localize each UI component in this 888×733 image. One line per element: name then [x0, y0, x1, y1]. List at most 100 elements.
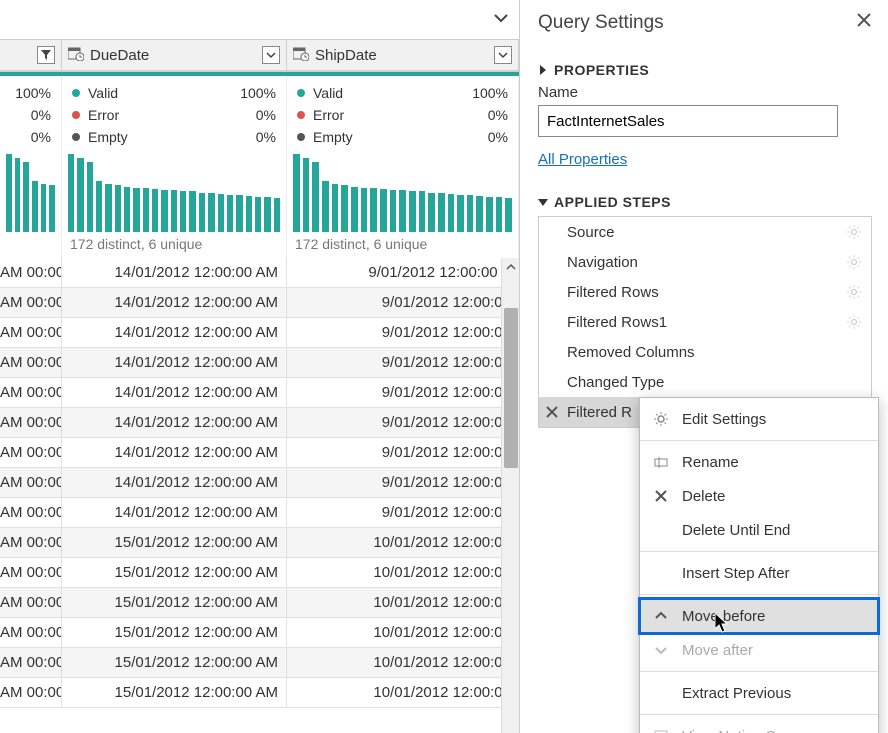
distribution-bar [96, 181, 102, 232]
cell: 9/01/2012 12:00:00 [287, 288, 519, 317]
empty-label: Empty [313, 126, 353, 148]
column-header-0[interactable] [0, 40, 62, 70]
table-row[interactable]: 00:00 AM14/01/2012 12:00:00 AM9/01/2012 … [0, 318, 519, 348]
table-row[interactable]: 00:00 AM15/01/2012 12:00:00 AM10/01/2012… [0, 558, 519, 588]
table-row[interactable]: 00:00 AM14/01/2012 12:00:00 AM9/01/2012 … [0, 438, 519, 468]
distribution-bar [115, 185, 121, 232]
error-pct: 0% [256, 104, 276, 126]
distribution-bar [124, 187, 130, 232]
distribution-bar [448, 194, 455, 232]
distribution-bar [390, 190, 397, 232]
applied-step[interactable]: Changed Type [539, 367, 871, 397]
table-row[interactable]: 00:00 AM15/01/2012 12:00:00 AM10/01/2012… [0, 588, 519, 618]
query-name-input[interactable] [538, 105, 838, 137]
ctx-label: Insert Step After [682, 565, 790, 582]
vertical-scrollbar[interactable] [501, 258, 519, 733]
expand-chevron-icon[interactable] [493, 10, 509, 29]
empty-pct: 0% [31, 126, 51, 148]
table-row[interactable]: 00:00 AM15/01/2012 12:00:00 AM10/01/2012… [0, 618, 519, 648]
distribution-bar [312, 162, 319, 232]
dropdown-icon[interactable] [262, 46, 280, 64]
cell: 9/01/2012 12:00:00 [287, 408, 519, 437]
error-pct: 0% [31, 104, 51, 126]
applied-step[interactable]: Filtered Rows [539, 277, 871, 307]
filter-icon[interactable] [37, 46, 55, 64]
properties-header[interactable]: PROPERTIES [538, 62, 872, 78]
distribution-bar [264, 197, 270, 232]
ctx-label: Rename [682, 454, 739, 471]
cell: 14/01/2012 12:00:00 AM [62, 438, 287, 467]
quality-cell-2: Valid100% Error0% Empty0% [287, 76, 519, 152]
close-icon[interactable] [856, 12, 872, 34]
ctx-rename[interactable]: Rename [640, 445, 878, 479]
applied-step[interactable]: Filtered Rows1 [539, 307, 871, 337]
cell: 00:00 AM [0, 468, 62, 497]
applied-step[interactable]: Removed Columns [539, 337, 871, 367]
cell: 10/01/2012 12:00:00 [287, 618, 519, 647]
cell: 15/01/2012 12:00:00 AM [62, 618, 287, 647]
valid-pct: 100% [15, 82, 51, 104]
ctx-insert-step-after[interactable]: Insert Step After [640, 556, 878, 590]
cell: 14/01/2012 12:00:00 AM [62, 498, 287, 527]
distribution-bar [218, 194, 224, 232]
distribution-bar [419, 191, 426, 232]
valid-dot-icon [297, 89, 305, 97]
scrollbar-thumb[interactable] [504, 308, 518, 468]
empty-pct: 0% [488, 126, 508, 148]
cell: 10/01/2012 12:00:00 [287, 678, 519, 707]
query-settings-panel: Query Settings PROPERTIES Name All Prope… [520, 0, 888, 733]
table-row[interactable]: 00:00 AM14/01/2012 12:00:00 AM9/01/2012 … [0, 378, 519, 408]
dropdown-icon[interactable] [494, 46, 512, 64]
table-row[interactable]: 00:00 AM15/01/2012 12:00:00 AM10/01/2012… [0, 648, 519, 678]
table-row[interactable]: 00:00 AM14/01/2012 12:00:00 AM9/01/2012 … [0, 348, 519, 378]
cell: 00:00 AM [0, 648, 62, 677]
distribution-bar [274, 198, 280, 232]
table-row[interactable]: 00:00 AM14/01/2012 12:00:00 AM9/01/2012 … [0, 408, 519, 438]
ctx-extract-previous[interactable]: Extract Previous [640, 676, 878, 710]
column-header-shipdate[interactable]: ShipDate [287, 40, 519, 70]
delete-icon [652, 490, 670, 502]
ctx-delete-until-end[interactable]: Delete Until End [640, 513, 878, 547]
ctx-delete[interactable]: Delete [640, 479, 878, 513]
ctx-label: Delete [682, 488, 725, 505]
cell: 14/01/2012 12:00:00 AM [62, 258, 287, 287]
distribution-bar [505, 198, 512, 232]
distribution-bar [41, 184, 47, 232]
table-row[interactable]: 00:00 AM14/01/2012 12:00:00 AM9/01/2012 … [0, 288, 519, 318]
ctx-edit-settings[interactable]: Edit Settings [640, 402, 878, 436]
applied-step[interactable]: Source [539, 217, 871, 247]
step-label: Filtered Rows [567, 284, 659, 301]
cursor-icon [715, 613, 731, 633]
table-row[interactable]: 00:00 AM14/01/2012 12:00:00 AM9/01/2012 … [0, 468, 519, 498]
distribution-bar [496, 197, 503, 232]
applied-steps-header[interactable]: APPLIED STEPS [538, 194, 872, 210]
ctx-move-before[interactable]: Move before [640, 599, 878, 633]
applied-steps-label: APPLIED STEPS [554, 194, 671, 210]
empty-dot-icon [297, 133, 305, 141]
cell: 00:00 AM [0, 288, 62, 317]
column-header-duedate[interactable]: DueDate [62, 40, 287, 70]
cell: 14/01/2012 12:00:00 AM [62, 378, 287, 407]
caret-down-icon [538, 199, 548, 206]
all-properties-link[interactable]: All Properties [538, 151, 627, 168]
table-row[interactable]: 00:00 AM14/01/2012 12:00:00 AM9/01/2012 … [0, 258, 519, 288]
panel-title: Query Settings [538, 12, 664, 34]
cell: 9/01/2012 12:00:00 [287, 438, 519, 467]
distribution-0 [0, 152, 62, 234]
cell: 9/01/2012 12:00:00 [287, 498, 519, 527]
table-row[interactable]: 00:00 AM14/01/2012 12:00:00 AM9/01/2012 … [0, 498, 519, 528]
step-label: Changed Type [567, 374, 664, 391]
chevron-down-icon [652, 644, 670, 656]
data-table-body[interactable]: 00:00 AM14/01/2012 12:00:00 AM9/01/2012 … [0, 258, 519, 733]
table-row[interactable]: 00:00 AM15/01/2012 12:00:00 AM10/01/2012… [0, 678, 519, 708]
distribution-bar [68, 154, 74, 232]
cell: 10/01/2012 12:00:00 [287, 558, 519, 587]
cell: 00:00 AM [0, 528, 62, 557]
distribution-bar [380, 189, 387, 232]
applied-step[interactable]: Navigation [539, 247, 871, 277]
scrollbar-up-arrow-icon[interactable] [502, 258, 519, 276]
distribution-bar [23, 162, 29, 232]
distribution-bar [152, 189, 158, 232]
table-row[interactable]: 00:00 AM15/01/2012 12:00:00 AM10/01/2012… [0, 528, 519, 558]
datetime-icon [293, 47, 309, 64]
